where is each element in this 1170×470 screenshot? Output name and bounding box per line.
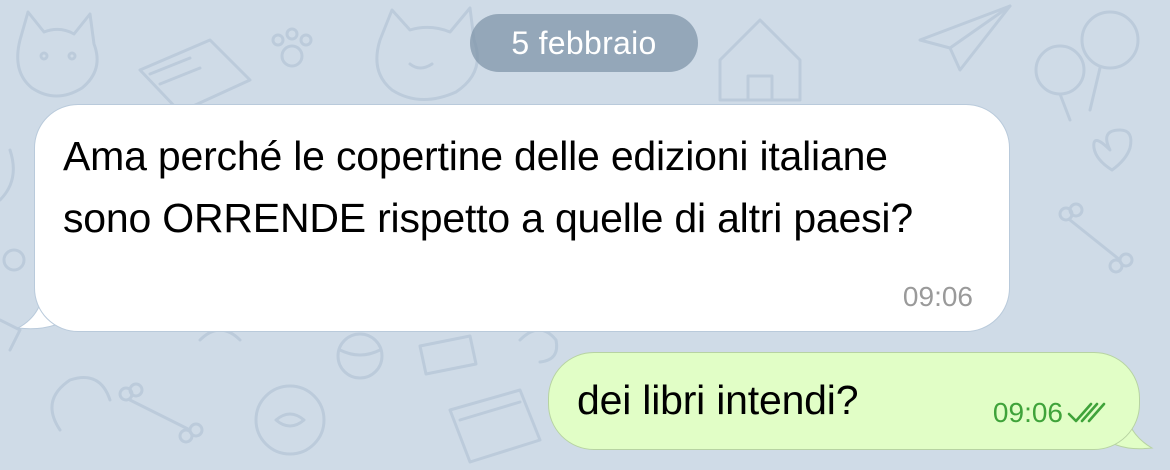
double-check-read-icon	[1067, 399, 1109, 427]
date-separator: 5 febbraio	[470, 14, 698, 72]
incoming-message-bubble[interactable]: Ama perché le copertine delle edizioni i…	[34, 104, 1010, 332]
message-meta: 09:06	[993, 397, 1109, 429]
outgoing-message-bubble[interactable]: dei libri intendi? 09:06	[548, 352, 1140, 450]
message-time: 09:06	[992, 397, 1063, 428]
message-text: Ama perché le copertine delle edizioni i…	[63, 133, 913, 241]
message-text: dei libri intendi?	[577, 377, 859, 423]
message-time: 09:06	[902, 281, 973, 312]
